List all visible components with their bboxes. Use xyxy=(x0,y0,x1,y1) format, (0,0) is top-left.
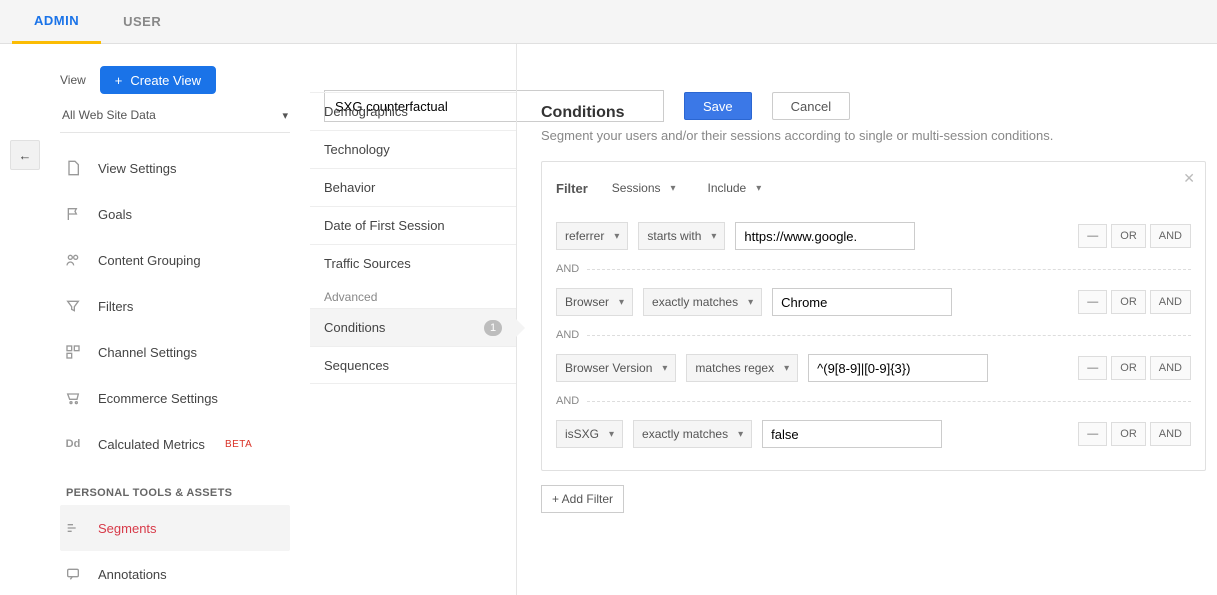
nav-calculated-metrics[interactable]: Dd Calculated Metrics BETA xyxy=(60,421,290,467)
nav-content-grouping[interactable]: Content Grouping xyxy=(60,237,290,283)
people-icon xyxy=(64,251,82,269)
or-button[interactable]: OR xyxy=(1111,422,1146,446)
and-button[interactable]: AND xyxy=(1150,224,1191,248)
nav-label: Content Grouping xyxy=(98,253,201,268)
mid-conditions[interactable]: Conditions 1 xyxy=(310,308,516,346)
match-type-dropdown[interactable]: exactly matches xyxy=(643,288,762,316)
mid-sequences[interactable]: Sequences xyxy=(310,346,516,384)
nav-label: Segments xyxy=(98,521,157,536)
match-type-dropdown[interactable]: exactly matches xyxy=(633,420,752,448)
and-button[interactable]: AND xyxy=(1150,290,1191,314)
nav-label: View Settings xyxy=(98,161,177,176)
nav-segments[interactable]: Segments xyxy=(60,505,290,551)
value-input[interactable] xyxy=(772,288,952,316)
filter-row: Browser Version matches regex — OR AND xyxy=(556,348,1191,388)
match-type-dropdown[interactable]: starts with xyxy=(638,222,725,250)
nav-goals[interactable]: Goals xyxy=(60,191,290,237)
beta-badge: BETA xyxy=(225,439,252,450)
or-button[interactable]: OR xyxy=(1111,290,1146,314)
nav-ecommerce[interactable]: Ecommerce Settings xyxy=(60,375,290,421)
dimension-dropdown[interactable]: referrer xyxy=(556,222,628,250)
section-personal-tools: PERSONAL TOOLS & ASSETS xyxy=(66,487,290,499)
nav-label: Calculated Metrics xyxy=(98,437,205,452)
or-button[interactable]: OR xyxy=(1111,356,1146,380)
create-view-button[interactable]: + Create View xyxy=(100,66,216,94)
channels-icon xyxy=(64,343,82,361)
mid-behavior[interactable]: Behavior xyxy=(310,168,516,206)
filter-row: referrer starts with — OR AND xyxy=(556,216,1191,256)
nav-view-settings[interactable]: View Settings xyxy=(60,145,290,191)
nav-filters[interactable]: Filters xyxy=(60,283,290,329)
tab-user[interactable]: USER xyxy=(101,0,183,44)
value-input[interactable] xyxy=(735,222,915,250)
mid-demographics[interactable]: Demographics xyxy=(310,92,516,130)
dimension-dropdown[interactable]: Browser xyxy=(556,288,633,316)
nav-label: Filters xyxy=(98,299,133,314)
nav-label: Annotations xyxy=(98,567,167,582)
remove-row-button[interactable]: — xyxy=(1078,356,1107,380)
mid-technology[interactable]: Technology xyxy=(310,130,516,168)
match-type-dropdown[interactable]: matches regex xyxy=(686,354,798,382)
nav-label: Ecommerce Settings xyxy=(98,391,218,406)
filter-card: ✕ Filter Sessions Include referrer start… xyxy=(541,161,1206,471)
value-input[interactable] xyxy=(808,354,988,382)
nav-annotations[interactable]: Annotations xyxy=(60,551,290,595)
filter-scope-dropdown[interactable]: Sessions xyxy=(604,174,684,202)
remove-filter-button[interactable]: ✕ xyxy=(1183,170,1195,187)
mid-advanced-label: Advanced xyxy=(310,282,516,308)
selected-arrow-icon xyxy=(516,319,525,337)
filter-row: Browser exactly matches — OR AND xyxy=(556,282,1191,322)
mid-label: Technology xyxy=(324,142,390,157)
and-button[interactable]: AND xyxy=(1150,422,1191,446)
and-separator: AND xyxy=(556,322,1191,348)
mid-label: Behavior xyxy=(324,180,375,195)
mid-label: Sequences xyxy=(324,358,389,373)
annotations-icon xyxy=(64,565,82,583)
filter-include-dropdown[interactable]: Include xyxy=(700,174,770,202)
tab-admin[interactable]: ADMIN xyxy=(12,0,101,44)
nav-label: Channel Settings xyxy=(98,345,197,360)
remove-row-button[interactable]: — xyxy=(1078,224,1107,248)
remove-row-button[interactable]: — xyxy=(1078,422,1107,446)
view-selector[interactable]: All Web Site Data xyxy=(60,102,290,133)
filter-row: isSXG exactly matches — OR AND xyxy=(556,414,1191,454)
remove-row-button[interactable]: — xyxy=(1078,290,1107,314)
dimension-dropdown[interactable]: Browser Version xyxy=(556,354,676,382)
value-input[interactable] xyxy=(762,420,942,448)
conditions-subtitle: Segment your users and/or their sessions… xyxy=(541,128,1207,143)
create-view-label: Create View xyxy=(130,73,201,88)
and-separator: AND xyxy=(556,388,1191,414)
document-icon xyxy=(64,159,82,177)
and-button[interactable]: AND xyxy=(1150,356,1191,380)
and-separator: AND xyxy=(556,256,1191,282)
view-selector-label: All Web Site Data xyxy=(62,108,156,122)
conditions-count: 1 xyxy=(484,320,502,336)
mid-label: Traffic Sources xyxy=(324,256,411,271)
close-icon: ✕ xyxy=(1183,170,1195,186)
mid-traffic[interactable]: Traffic Sources xyxy=(310,244,516,282)
mid-date-first[interactable]: Date of First Session xyxy=(310,206,516,244)
caret-down-icon xyxy=(282,108,288,122)
flag-icon xyxy=(64,205,82,223)
cart-icon xyxy=(64,389,82,407)
metrics-icon: Dd xyxy=(64,435,82,453)
filter-label: Filter xyxy=(556,181,588,196)
or-button[interactable]: OR xyxy=(1111,224,1146,248)
nav-label: Goals xyxy=(98,207,132,222)
plus-icon: + xyxy=(115,73,123,88)
segments-icon xyxy=(64,519,82,537)
add-filter-button[interactable]: + Add Filter xyxy=(541,485,624,513)
nav-channel-settings[interactable]: Channel Settings xyxy=(60,329,290,375)
mid-label: Demographics xyxy=(324,104,408,119)
dimension-dropdown[interactable]: isSXG xyxy=(556,420,623,448)
mid-label: Date of First Session xyxy=(324,218,445,233)
funnel-icon xyxy=(64,297,82,315)
mid-label: Conditions xyxy=(324,320,385,335)
view-label: View xyxy=(60,73,86,87)
conditions-title: Conditions xyxy=(541,104,1207,122)
